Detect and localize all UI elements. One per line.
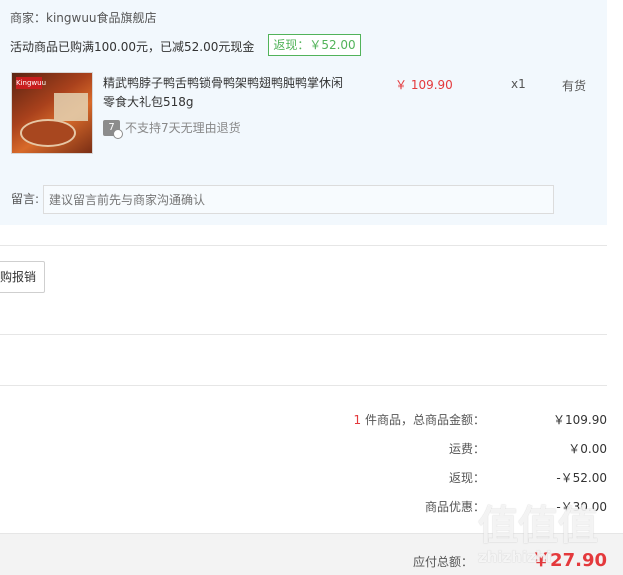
summary-count-label: 1 件商品，总商品金额： xyxy=(353,413,485,427)
item-count: 1 xyxy=(353,413,362,427)
package-shape xyxy=(54,93,88,121)
message-input[interactable] xyxy=(43,185,554,214)
summary-rebate-row: 返现： -￥52.00 xyxy=(0,469,623,487)
brand-logo: Kingwuu xyxy=(16,77,47,89)
section-divider xyxy=(0,385,607,386)
section-divider xyxy=(0,245,607,246)
watermark-url: zhizhizhi xyxy=(478,548,552,566)
rebate-value: -￥52.00 xyxy=(556,471,607,485)
section-divider xyxy=(0,334,607,335)
order-confirm-page: 商家：kingwuu食品旗舰店 活动商品已购满100.00元，已减52.00元现… xyxy=(0,0,623,575)
rebate-badge: 返现：￥52.00 xyxy=(268,34,361,56)
invoice-button[interactable]: 购报销 xyxy=(0,261,45,293)
food-plate-shape xyxy=(20,119,76,147)
message-label: 留言: xyxy=(11,192,40,206)
watermark-logo: 值值值 xyxy=(478,503,598,549)
product-price: ￥ 109.90 xyxy=(395,78,453,92)
store-order-panel: 商家：kingwuu食品旗舰店 活动商品已购满100.00元，已减52.00元现… xyxy=(0,0,607,225)
product-title[interactable]: 精武鸭脖子鸭舌鸭锁骨鸭架鸭翅鸭肫鸭掌休闲零食大礼包518g xyxy=(103,74,353,112)
promo-text: 活动商品已购满100.00元，已减52.00元现金 xyxy=(10,40,255,54)
discount-label: 商品优惠： xyxy=(424,500,485,514)
shipping-value: ￥0.00 xyxy=(568,442,607,456)
summary-total-row: 1 件商品，总商品金额： ￥109.90 xyxy=(0,411,623,429)
no-return-icon: 7 xyxy=(103,119,123,139)
product-quantity: x1 xyxy=(511,77,526,91)
product-thumbnail[interactable]: Kingwuu xyxy=(11,72,93,154)
stock-status: 有货 xyxy=(562,79,587,93)
return-policy-text: 不支持7天无理由退货 xyxy=(125,121,241,135)
summary-total-value: ￥109.90 xyxy=(553,413,607,427)
payable-label: 应付总额： xyxy=(412,555,473,569)
return-policy: 7 不支持7天无理由退货 xyxy=(103,119,241,139)
shipping-label: 运费： xyxy=(448,442,485,456)
seller-name[interactable]: 商家：kingwuu食品旗舰店 xyxy=(10,9,157,26)
rebate-label: 返现： xyxy=(448,471,485,485)
summary-shipping-row: 运费： ￥0.00 xyxy=(0,440,623,458)
